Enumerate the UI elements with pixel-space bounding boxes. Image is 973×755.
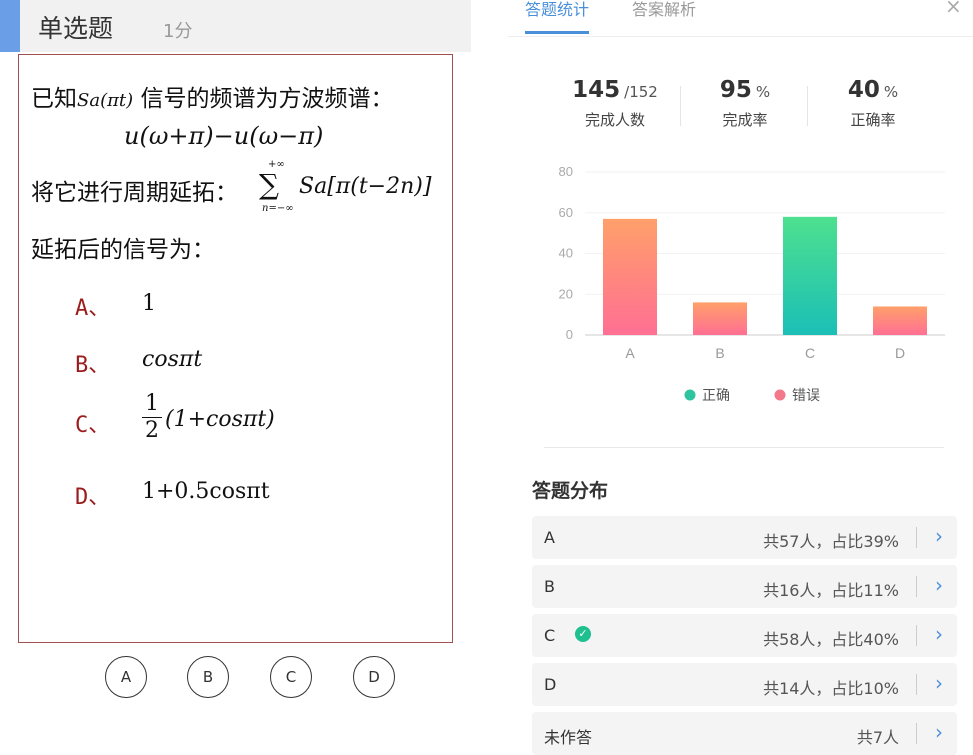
choice-button-b[interactable]: B (187, 656, 229, 698)
choice-button-d[interactable]: D (353, 656, 395, 698)
distribution-title: 答题分布 (532, 480, 609, 502)
x-tick-label: B (715, 345, 724, 361)
row-count: 共16人，占比11% (763, 581, 899, 600)
row-option: B (544, 577, 555, 596)
distribution-row-d[interactable]: D 共14人，占比10% › (532, 663, 957, 706)
tab-bar: 答题统计 答案解析 (508, 0, 973, 37)
section-divider (544, 447, 944, 448)
legend-label: 错误 (792, 388, 820, 404)
completion-value: 95 (719, 77, 752, 103)
x-tick-label: D (895, 345, 905, 361)
stat-divider (680, 86, 681, 126)
bar-a (603, 218, 657, 335)
sum-lower-limit: n=−∞ (262, 203, 294, 214)
choice-button-a[interactable]: A (105, 656, 147, 698)
sum-body: Sa[π(t−2n)] (299, 174, 432, 199)
completion-label: 完成率 (722, 111, 768, 129)
question-ask: 延拓后的信号为： (31, 237, 215, 263)
stat-accuracy: 40% 正确率 (828, 77, 918, 130)
intro-prefix: 已知 (31, 86, 77, 112)
option-value-c: (1+cosπt) (165, 407, 275, 432)
answer-bar-chart: 0 20 40 60 80 A B C D 正确 错误 (559, 164, 945, 404)
accuracy-value: 40 (847, 77, 880, 103)
chevron-right-icon[interactable]: › (935, 573, 943, 597)
stat-done: 145/152 完成人数 (565, 77, 665, 130)
y-tick-label: 80 (559, 164, 573, 179)
row-separator (916, 723, 917, 744)
option-value-a: 1 (142, 291, 156, 316)
close-icon[interactable]: × (945, 0, 962, 18)
row-count: 共58人，占比40% (763, 630, 899, 649)
row-option: D (544, 675, 557, 694)
row-count: 共57人，占比39% (763, 532, 899, 551)
question-score: 1分 (163, 21, 193, 42)
sum-symbol: ∑ (259, 168, 279, 201)
distribution-row-a[interactable]: A 共57人，占比39% › (532, 516, 957, 559)
stat-completion: 95% 完成率 (700, 77, 790, 130)
x-tick-label: C (805, 345, 815, 361)
row-count: 共14人，占比10% (763, 679, 899, 698)
spectrum-formula: u(ω+π)−u(ω−π) (124, 122, 324, 150)
option-value-d: 1+0.5cosπt (142, 479, 270, 504)
bar-b (693, 302, 747, 335)
option-label-c: C、 (75, 413, 111, 438)
chevron-right-icon[interactable]: › (935, 524, 943, 548)
accuracy-label: 正确率 (850, 111, 896, 129)
completion-unit: % (755, 83, 771, 101)
row-separator (916, 674, 917, 695)
option-c-fraction: 1 2 (142, 391, 162, 444)
question-header: 单选题 1分 (0, 0, 471, 52)
x-tick-label: A (625, 345, 635, 361)
bar-c (783, 216, 837, 335)
distribution-row-c[interactable]: C ✓ 共58人，占比40% › (532, 614, 957, 657)
tab-analysis[interactable]: 答案解析 (632, 0, 696, 20)
y-tick-label: 40 (559, 246, 573, 261)
tab-stats[interactable]: 答题统计 (525, 0, 589, 20)
extend-prefix: 将它进行周期延拓： (31, 180, 238, 206)
chevron-right-icon[interactable]: › (935, 622, 943, 646)
question-intro: 已知Sa(πt) 信号的频谱为方波频谱： (31, 79, 393, 113)
choice-button-c[interactable]: C (270, 656, 312, 698)
question-type: 单选题 (38, 14, 114, 43)
option-label-b: B、 (75, 353, 111, 378)
row-separator (916, 625, 917, 646)
distribution-row-unanswered[interactable]: 未作答 共7人 › (532, 712, 957, 755)
option-label-d: D、 (75, 485, 111, 510)
legend-marker (684, 389, 696, 401)
active-tab-indicator (525, 31, 589, 34)
question-card: 已知Sa(πt) 信号的频谱为方波频谱： u(ω+π)−u(ω−π) 将它进行周… (18, 54, 453, 643)
row-separator (916, 527, 917, 548)
done-label: 完成人数 (584, 111, 645, 129)
row-count: 共7人 (856, 728, 899, 747)
accuracy-unit: % (883, 83, 899, 101)
chevron-right-icon[interactable]: › (935, 720, 943, 744)
intro-function: Sa(πt) (77, 90, 134, 111)
row-option: A (544, 528, 555, 547)
option-value-b: cosπt (142, 347, 203, 372)
row-separator (916, 576, 917, 597)
y-tick-label: 20 (559, 286, 573, 301)
fraction-denominator: 2 (145, 418, 159, 443)
done-count: 145 (572, 77, 621, 103)
intro-suffix: 信号的频谱为方波频谱： (133, 86, 394, 112)
fraction-numerator: 1 (142, 391, 162, 418)
header-accent-bar (0, 0, 20, 52)
y-tick-label: 60 (559, 205, 573, 220)
done-total: /152 (624, 83, 658, 101)
row-option: 未作答 (544, 728, 593, 747)
y-tick-label: 0 (566, 327, 573, 342)
legend-label: 正确 (702, 388, 730, 404)
option-label-a: A、 (75, 296, 111, 321)
correct-check-icon: ✓ (575, 626, 591, 642)
bar-d (873, 306, 927, 335)
distribution-row-b[interactable]: B 共16人，占比11% › (532, 565, 957, 608)
row-option: C (544, 626, 556, 645)
legend-marker (774, 389, 786, 401)
stat-divider (807, 86, 808, 126)
chevron-right-icon[interactable]: › (935, 671, 943, 695)
